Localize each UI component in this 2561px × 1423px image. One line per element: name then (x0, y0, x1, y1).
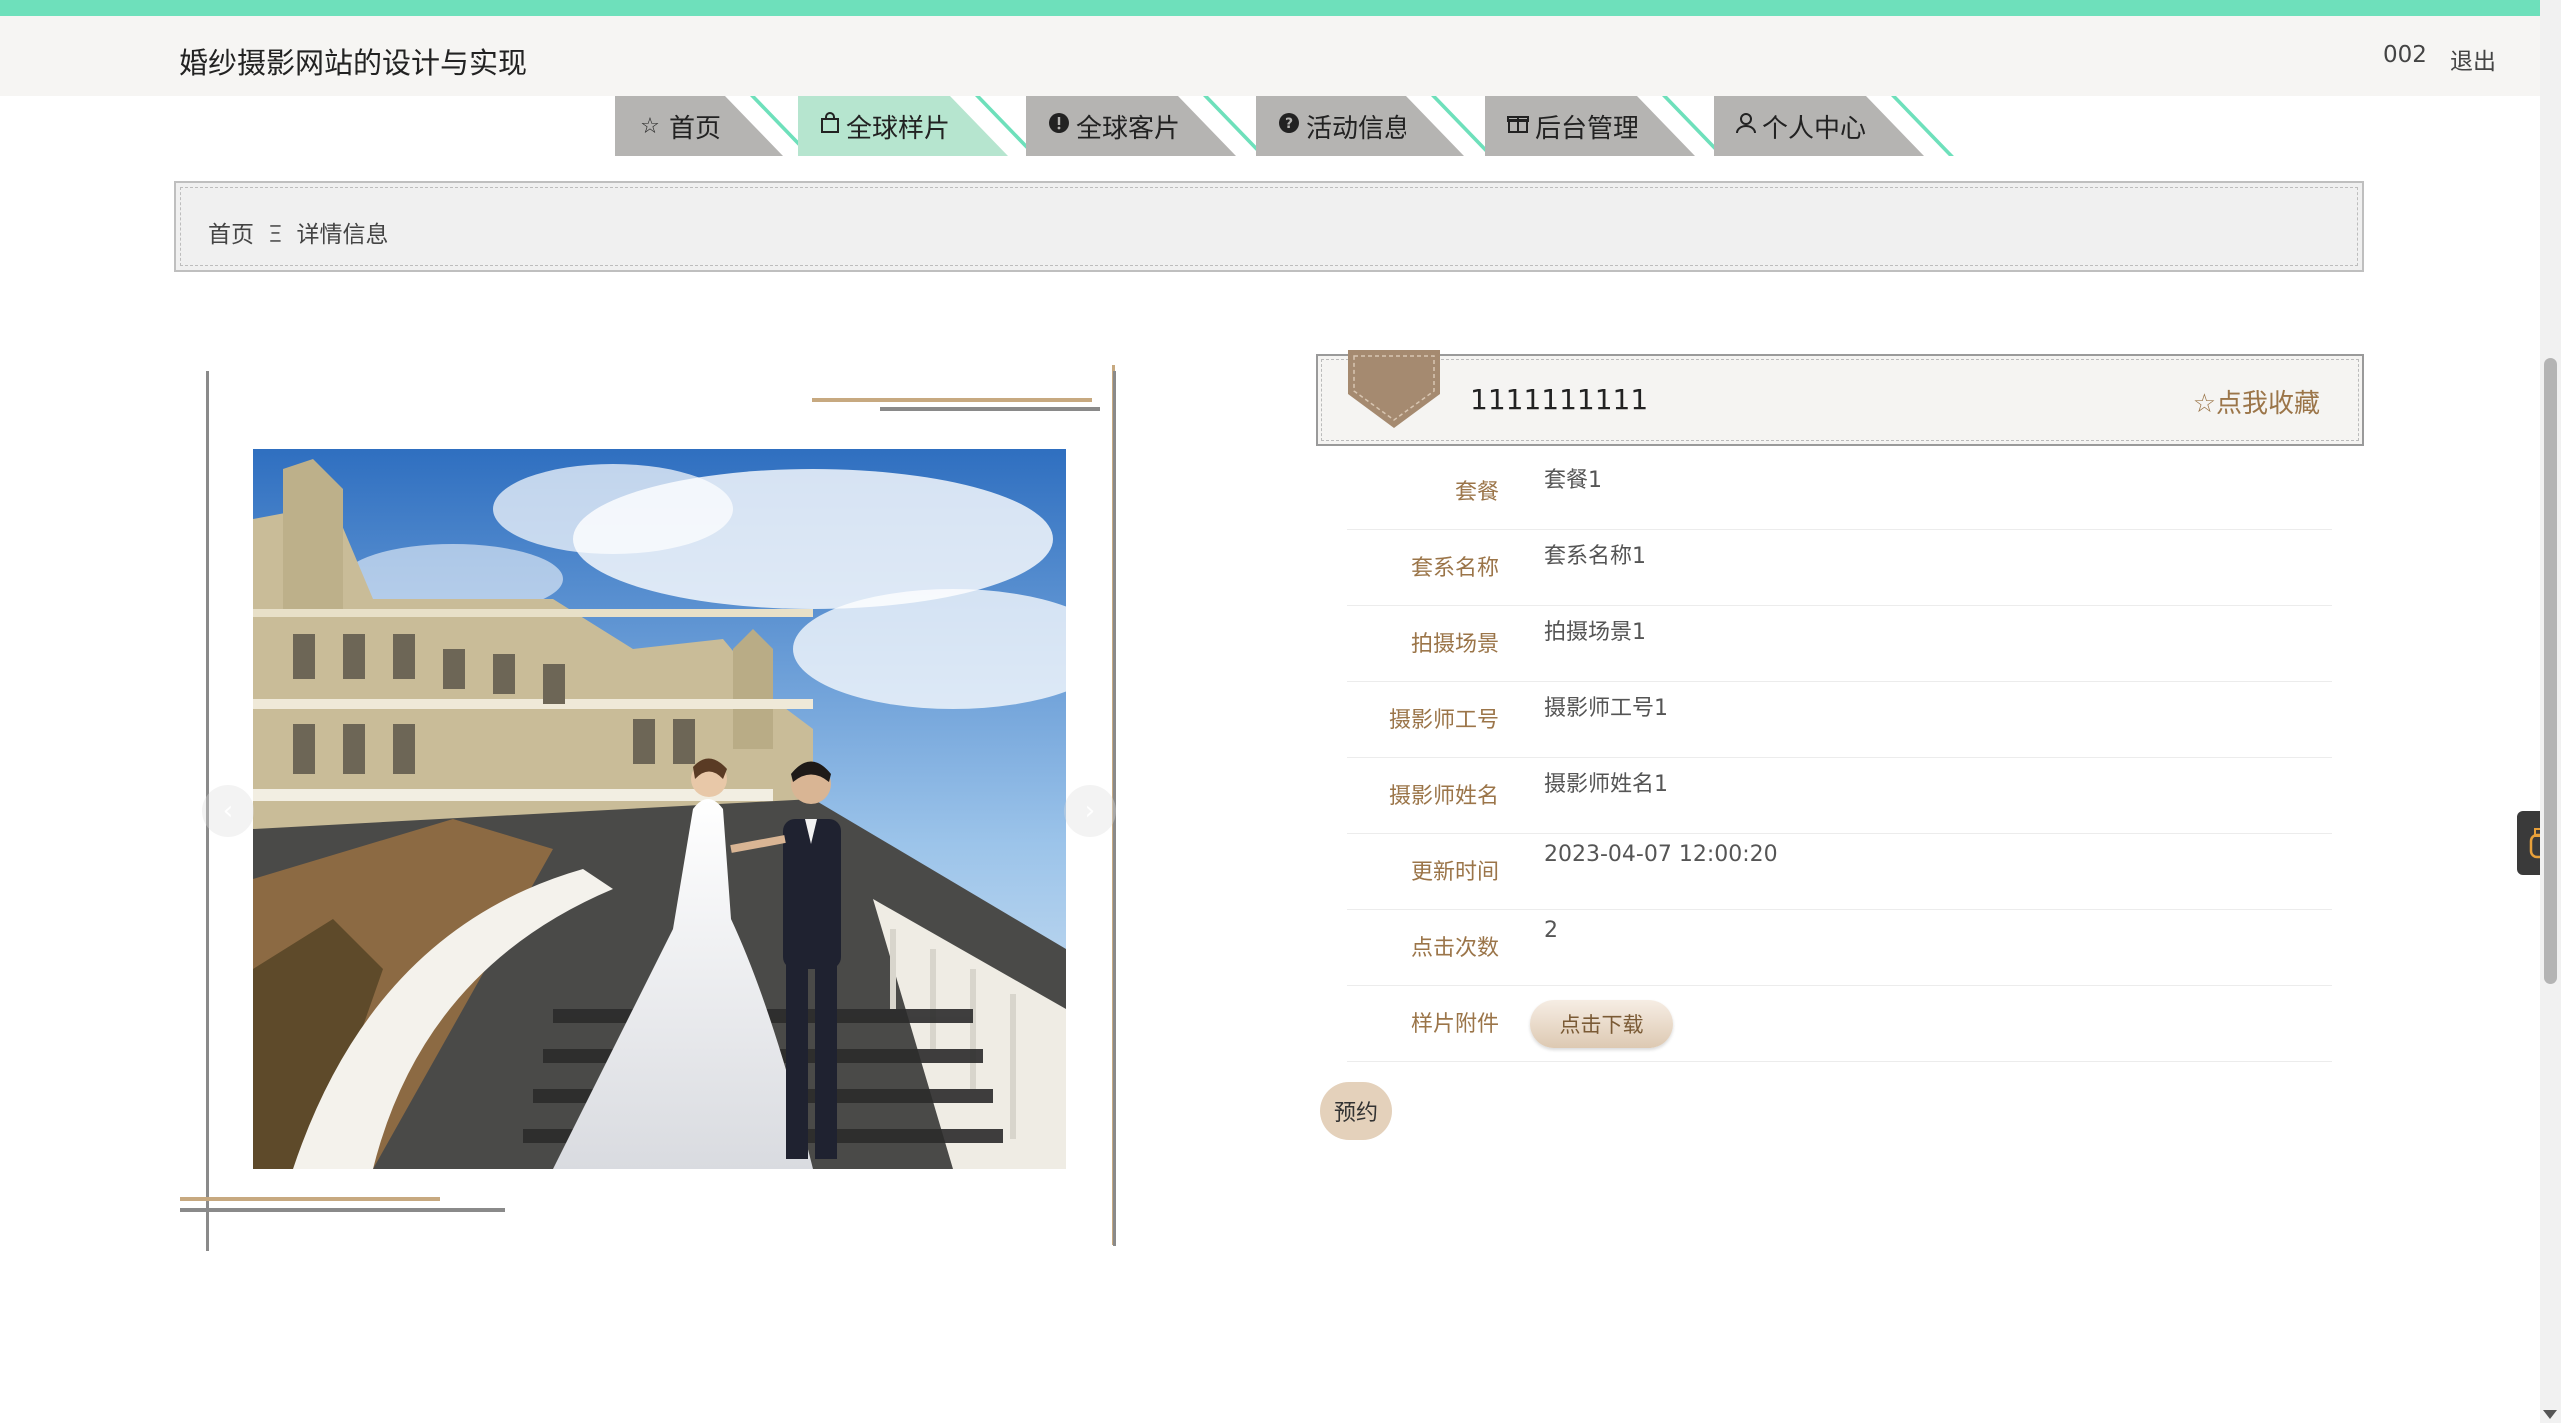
field-row: 更新时间 2023-04-07 12:00:20 (1347, 834, 2332, 910)
nav-tab-label: 全球样片 (846, 113, 951, 144)
question-circle-icon: ? (1278, 112, 1300, 140)
field-label: 点击次数 (1410, 936, 1499, 961)
exclamation-circle-icon (1048, 112, 1070, 140)
nav-tab-label: 全球客片 (1076, 113, 1181, 144)
nav-tab-profile[interactable]: 个人中心 (1714, 96, 1954, 156)
page-scrollbar[interactable] (2540, 0, 2561, 1423)
nav-tab-global-samples[interactable]: 全球样片 (798, 96, 1038, 156)
user-icon (1736, 112, 1756, 140)
field-value: 2023-04-07 12:00:20 (1544, 842, 1778, 867)
field-row: 摄影师姓名 摄影师姓名1 (1347, 758, 2332, 834)
nav-tab-activities[interactable]: ? 活动信息 (1256, 96, 1494, 156)
gallery-next-arrow[interactable]: › (1064, 785, 1116, 837)
site-title: 婚纱摄影网站的设计与实现 (179, 46, 528, 80)
detail-title: 1111111111 (1470, 383, 1649, 416)
breadcrumb-current: 详情信息 (296, 222, 389, 248)
svg-text:?: ? (1285, 116, 1293, 132)
breadcrumb: 首页 Ξ 详情信息 (208, 215, 389, 249)
field-label: 套系名称 (1410, 556, 1499, 581)
field-row: 套系名称 套系名称1 (1347, 530, 2332, 606)
nav-tab-label: 活动信息 (1306, 113, 1411, 144)
book-button[interactable]: 预约 (1320, 1082, 1392, 1140)
field-value: 拍摄场景1 (1544, 620, 1646, 645)
field-label: 摄影师姓名 (1388, 784, 1499, 809)
breadcrumb-separator: Ξ (268, 222, 283, 248)
attachment-row: 样片附件 点击下载 (1347, 986, 2332, 1062)
field-value: 套系名称1 (1544, 544, 1646, 569)
detail-header: 1111111111 ☆点我收藏 (1316, 350, 2364, 446)
favorite-button[interactable]: ☆点我收藏 (2193, 383, 2320, 420)
scroll-down-arrow-icon[interactable] (2543, 1410, 2557, 1419)
field-value: 摄影师姓名1 (1544, 772, 1668, 797)
field-label: 拍摄场景 (1410, 632, 1499, 657)
field-label: 样片附件 (1410, 1012, 1499, 1037)
current-user[interactable]: 002 (2383, 42, 2427, 68)
nav-tab-label: 个人中心 (1762, 113, 1867, 144)
field-label: 套餐 (1454, 480, 1499, 505)
breadcrumb-bar: 首页 Ξ 详情信息 (174, 181, 2364, 272)
field-label: 摄影师工号 (1388, 708, 1499, 733)
gift-box-icon (1507, 112, 1529, 140)
star-outline-icon: ☆ (640, 113, 660, 139)
nav-tab-label: 后台管理 (1535, 113, 1640, 144)
nav-tab-home[interactable]: ☆ 首页 (615, 96, 813, 156)
download-button[interactable]: 点击下载 (1530, 1000, 1673, 1048)
field-row: 点击次数 2 (1347, 910, 2332, 986)
field-value: 2 (1544, 918, 1558, 943)
image-gallery: ‹ › (180, 365, 1140, 1255)
scrollbar-thumb[interactable] (2544, 358, 2557, 984)
nav-tab-label: 首页 (669, 113, 722, 144)
gallery-prev-arrow[interactable]: ‹ (202, 785, 254, 837)
breadcrumb-home-link[interactable]: 首页 (208, 222, 254, 248)
nav-tab-global-clients[interactable]: 全球客片 (1026, 96, 1266, 156)
field-value: 摄影师工号1 (1544, 696, 1668, 721)
top-accent-stripe (0, 0, 2561, 16)
field-row: 拍摄场景 拍摄场景1 (1347, 606, 2332, 682)
field-row: 摄影师工号 摄影师工号1 (1347, 682, 2332, 758)
title-badge-icon (1348, 350, 1440, 428)
field-row: 套餐 套餐1 (1347, 454, 2332, 530)
field-value: 套餐1 (1544, 468, 1602, 493)
field-label: 更新时间 (1410, 860, 1499, 885)
shopping-bag-icon (820, 112, 840, 140)
logout-link[interactable]: 退出 (2450, 42, 2496, 76)
detail-fields: 套餐 套餐1 套系名称 套系名称1 拍摄场景 拍摄场景1 摄影师工号 摄影师工号1 摄影… (1347, 454, 2332, 1062)
nav-tab-admin[interactable]: 后台管理 (1485, 96, 1725, 156)
wedding-photo (253, 449, 1066, 1169)
